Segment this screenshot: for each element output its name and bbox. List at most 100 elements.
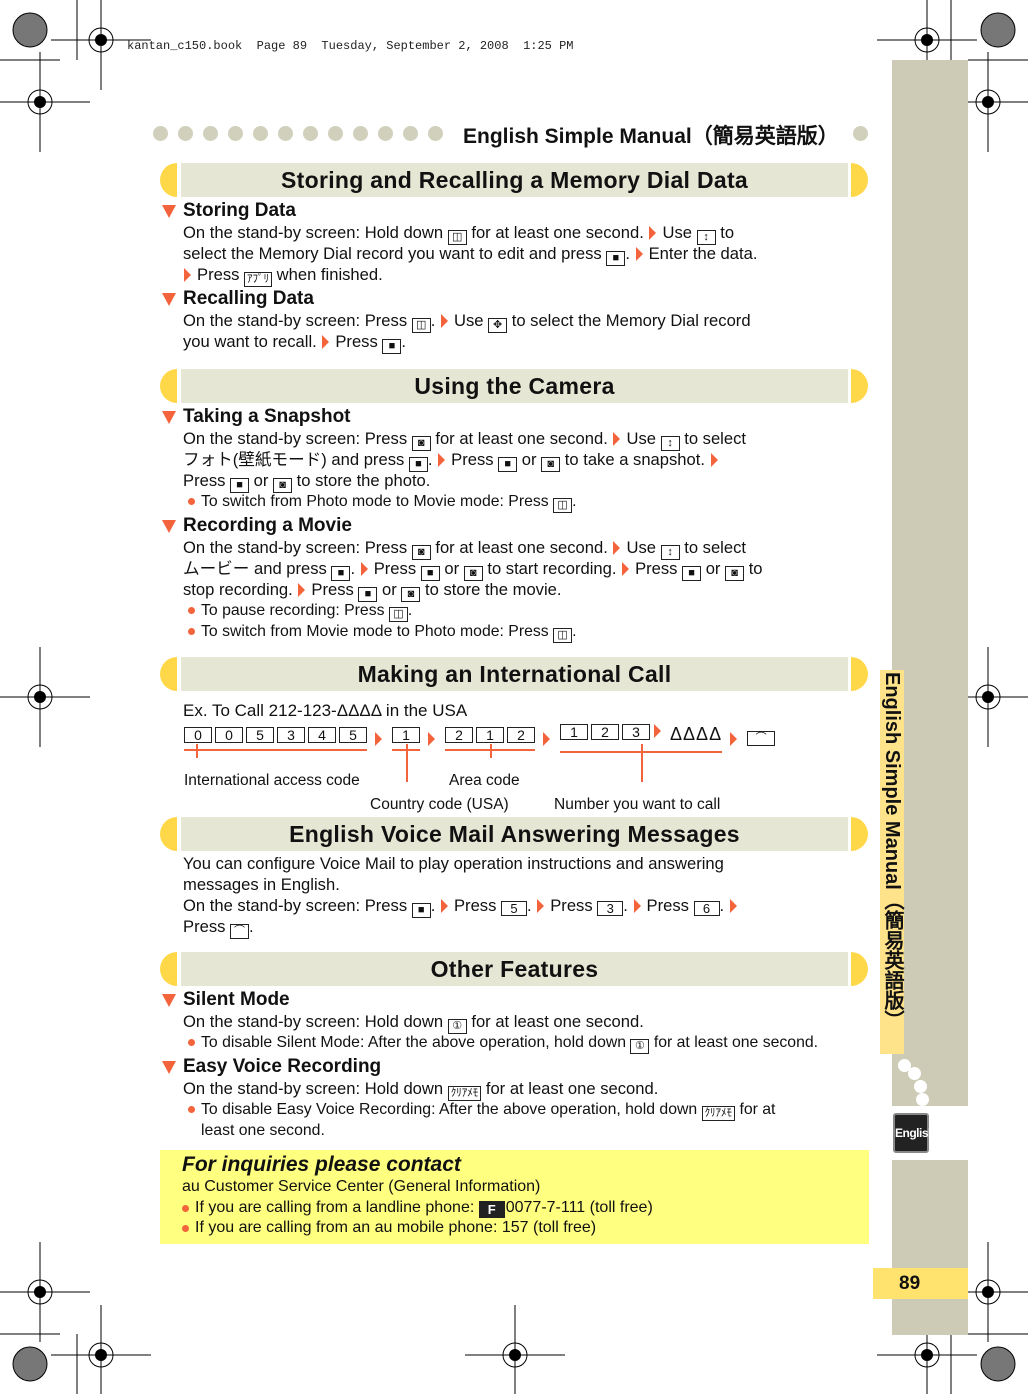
arrow-icon [654, 724, 661, 738]
text-run: Press [183, 471, 231, 490]
dial-diagram: 0 0 5 3 4 5 1 2 1 2 1 2 3 ΔΔΔΔ ⌒ International access c… [184, 722, 870, 832]
text-run: . [430, 896, 440, 915]
text-line: On the stand-by screen: Hold down ◫ for … [160, 222, 870, 245]
text-run: On the stand-by screen: Press [183, 896, 412, 915]
text-run: Use [626, 538, 661, 557]
text-line: you want to recall. Press ■. [160, 331, 870, 354]
text-run: for at least one second. [466, 223, 649, 242]
section: Storing and Recalling a Memory Dial Data… [160, 163, 870, 354]
mail-key-icon: ◫ [388, 607, 408, 622]
header-dot [378, 126, 393, 141]
arrow-icon [622, 562, 630, 576]
subsection-heading: Storing Data [160, 200, 870, 222]
sidebar-band-lower [892, 1160, 968, 1335]
bar-cap [851, 657, 868, 691]
header-dot [328, 126, 343, 141]
text-run: or [517, 450, 542, 469]
color-target [980, 1346, 1016, 1382]
arrow-icon [537, 899, 545, 913]
arrow-icon [633, 899, 641, 913]
text-run: On the stand-by screen: Press [183, 429, 412, 448]
bullet-icon [188, 1106, 195, 1113]
nav4-key-icon: ✥ [488, 318, 508, 333]
leader-line [406, 744, 408, 782]
arrow-icon [440, 899, 448, 913]
bullet-item: To disable Silent Mode: After the above … [160, 1032, 870, 1054]
mail-key-icon: ◫ [411, 318, 431, 333]
header-dot [203, 126, 218, 141]
contact-center: au Customer Service Center (General Info… [182, 1178, 541, 1195]
text-run: To switch from Photo mode to Movie mode:… [201, 493, 554, 510]
key-5: 5 [501, 901, 527, 916]
mail-key-icon: ◫ [553, 628, 573, 643]
text-run: to select [679, 429, 747, 448]
key-3: 3 [622, 724, 650, 740]
text-run: On the stand-by screen: Hold down [183, 1079, 448, 1098]
bullet-item: To disable Easy Voice Recording: After t… [160, 1099, 870, 1121]
text-run: for at least one second. [466, 1012, 644, 1031]
bullet-icon [182, 1225, 189, 1232]
camera-key-icon: ◙ [541, 457, 561, 472]
section-title: Storing and Recalling a Memory Dial Data [181, 163, 848, 197]
text-run: Press [373, 559, 421, 578]
text-run: select the Memory Dial record you want t… [183, 244, 607, 263]
arrow-icon [298, 583, 306, 597]
print-header: kantan_c150.book Page 89 Tuesday, Septem… [127, 39, 574, 53]
section-title: Using the Camera [181, 369, 848, 403]
triangle-down-icon [162, 994, 176, 1007]
text-line: You can configure Voice Mail to play ope… [160, 853, 870, 874]
arrow-icon [428, 731, 435, 746]
text-run: to select the Memory Dial record [507, 311, 751, 330]
example-text: Ex. To Call 212-123-ΔΔΔΔ in the USA [183, 701, 468, 720]
triangle-down-icon [162, 293, 176, 306]
text-run: to [744, 559, 763, 578]
triangle-down-icon [162, 411, 176, 424]
text-run: for at least one second. [481, 1079, 659, 1098]
key-1: 1 [560, 724, 588, 740]
text-run: On the stand-by screen: Press [183, 538, 412, 557]
bullet-item: To switch from Photo mode to Movie mode:… [160, 491, 870, 513]
text-run: Use [662, 223, 697, 242]
arrow-icon [440, 314, 448, 328]
bar-cap [851, 952, 868, 986]
header-dot [853, 126, 868, 141]
text-run: least one second. [201, 1122, 325, 1139]
header-dot [303, 126, 318, 141]
header-dot [253, 126, 268, 141]
bar-cap [851, 369, 868, 403]
decor-dot [914, 1080, 927, 1093]
text-run: . [719, 896, 729, 915]
color-target [980, 12, 1016, 48]
bar-cap [160, 163, 177, 197]
header-dot [428, 126, 443, 141]
key-1: 1 [392, 726, 420, 743]
key-0: 0 [215, 726, 243, 743]
registration-mark [465, 1305, 565, 1394]
leader-line [196, 744, 198, 758]
text-run: to take a snapshot. [560, 450, 710, 469]
header-dot [178, 126, 193, 141]
header-dot [353, 126, 368, 141]
heading-text: Recording a Movie [183, 515, 352, 536]
section-title: Other Features [181, 952, 848, 986]
arrow-icon [613, 432, 621, 446]
text-run: or [439, 559, 464, 578]
text-run: or [249, 471, 274, 490]
key-5: 5 [339, 726, 367, 743]
text-run: . [572, 493, 577, 510]
text-run: Use [453, 311, 489, 330]
bar-cap [851, 817, 868, 851]
text-run: . [350, 559, 360, 578]
dial-label: Area code [449, 772, 520, 789]
subsection-heading: Taking a Snapshot [160, 406, 870, 428]
text-run: Press [550, 896, 598, 915]
section-title-bar: Making an International Call [160, 657, 870, 691]
bar-cap [160, 817, 177, 851]
camera-key-icon: ◙ [725, 566, 745, 581]
key-6: 6 [693, 901, 720, 916]
english-badge: English [893, 1113, 935, 1153]
arrow-icon [360, 562, 368, 576]
text-line: Press ⌒. [160, 916, 870, 939]
arrow-icon [710, 453, 718, 467]
color-target [12, 12, 48, 48]
